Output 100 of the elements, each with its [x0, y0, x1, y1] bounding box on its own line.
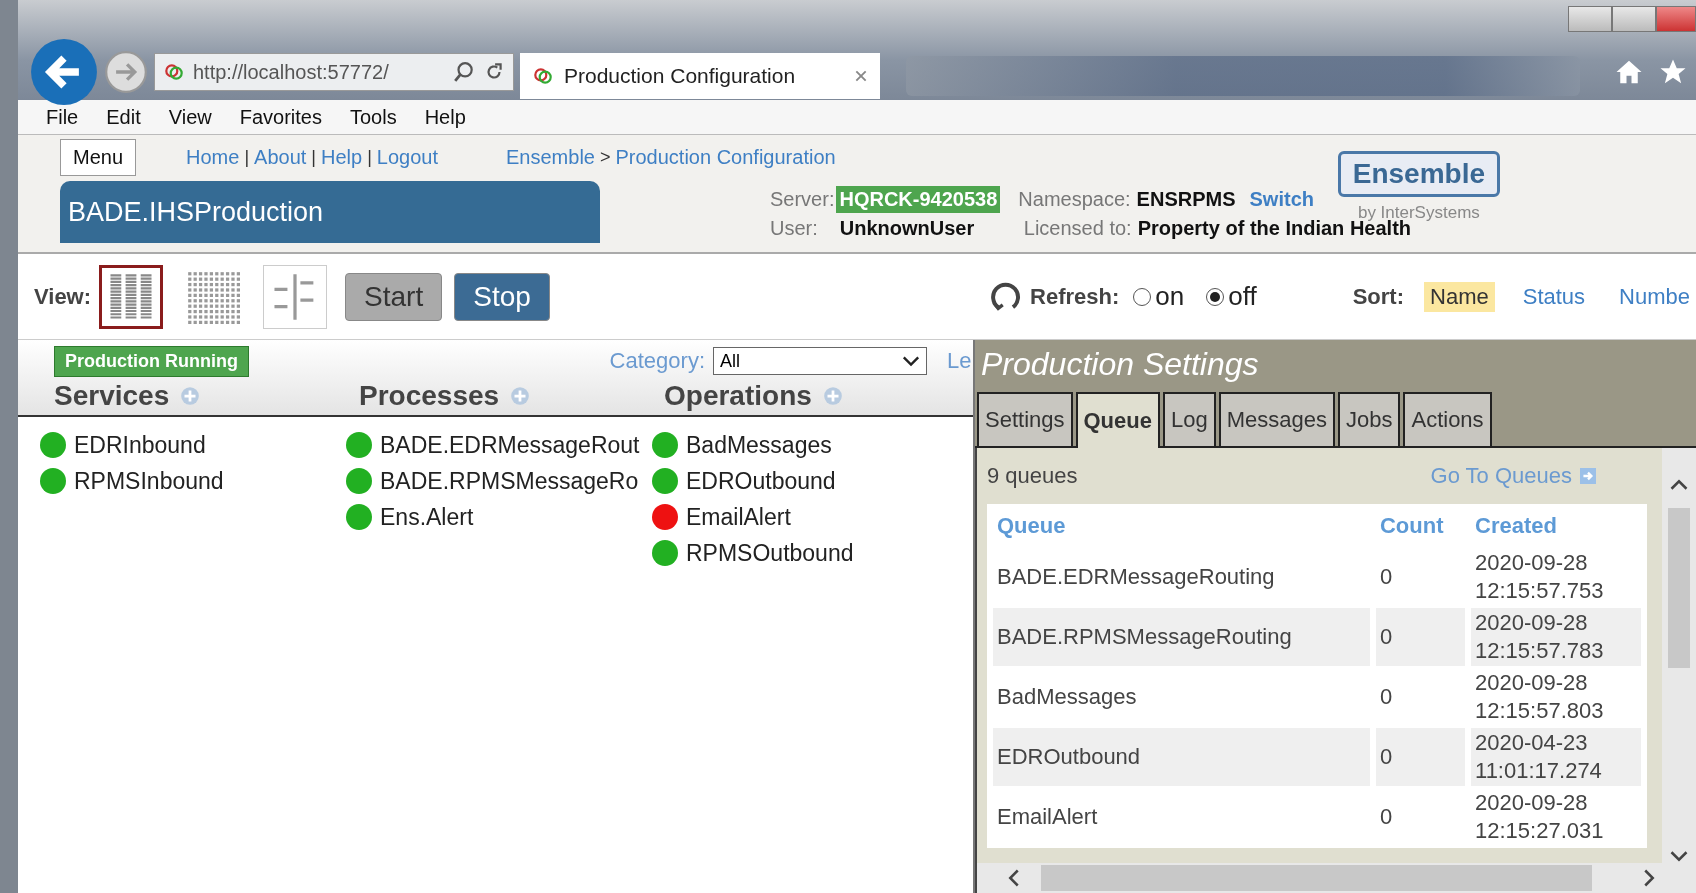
sort-option[interactable]: Numbe: [1613, 281, 1696, 312]
panel-tab[interactable]: Messages: [1218, 392, 1335, 446]
table-cell-text: 0: [1378, 803, 1394, 831]
scroll-right-icon[interactable]: [1642, 868, 1656, 888]
table-cell-text: 2020-09-28: [1475, 669, 1589, 697]
host-name[interactable]: EmailAlert: [686, 503, 791, 531]
panel-tab[interactable]: Queue: [1075, 392, 1160, 448]
status-badge: Production Running: [54, 345, 249, 377]
table-cell-text: 11:01:17.274: [1475, 757, 1603, 785]
column-title: Operations: [664, 380, 812, 412]
host-name[interactable]: EDRInbound: [74, 431, 206, 459]
table-cell-text: 2020-09-28: [1475, 549, 1589, 577]
host-name[interactable]: EDROutbound: [686, 467, 836, 495]
refresh-radio[interactable]: off: [1206, 281, 1257, 312]
server-label: Server:: [770, 188, 835, 211]
table-cell: 0: [1375, 728, 1466, 786]
separator: >: [599, 146, 611, 168]
nav-link[interactable]: Home: [186, 145, 240, 169]
namespace-label: Namespace:: [1018, 188, 1131, 211]
table-cell: BADE.RPMSMessageRouting: [993, 608, 1370, 666]
maximize-icon[interactable]: [1612, 6, 1656, 32]
site-icon: [163, 61, 185, 83]
view-label: View:: [34, 283, 92, 310]
table-cell-text: 0: [1378, 563, 1394, 591]
table-cell-text: 2020-09-28: [1475, 789, 1589, 817]
panel-tab[interactable]: Log: [1162, 392, 1216, 446]
table-cell-text: 12:15:57.803: [1475, 697, 1605, 725]
table-cell-text: EmailAlert: [996, 803, 1099, 831]
back-icon[interactable]: [30, 38, 98, 106]
menu-button[interactable]: Menu: [60, 138, 137, 176]
server-name: HQRCK-9420538: [836, 186, 1001, 213]
user-label: User:: [770, 217, 818, 240]
view-mode-button[interactable]: [99, 264, 164, 329]
table-cell: EDROutbound: [993, 728, 1370, 786]
refresh-radio[interactable]: on: [1133, 281, 1185, 312]
sort-label: Sort:: [1352, 283, 1404, 310]
panel-tab[interactable]: Actions: [1403, 392, 1492, 446]
separator: |: [311, 146, 317, 168]
separator: |: [244, 146, 250, 168]
menu-item[interactable]: Edit: [92, 105, 155, 129]
table-cell-text: 0: [1378, 683, 1394, 711]
menu-item[interactable]: Help: [410, 105, 480, 129]
switch-link[interactable]: Switch: [1249, 188, 1314, 211]
menu-item[interactable]: View: [154, 105, 226, 129]
separator: |: [367, 146, 372, 168]
table-cell-text: BadMessages: [996, 683, 1138, 711]
host-name[interactable]: BadMessages: [686, 431, 832, 459]
host-name[interactable]: RPMSOutbound: [686, 539, 854, 567]
queue-count: 9 queues: [987, 463, 1079, 489]
nav-link[interactable]: Help: [321, 145, 363, 169]
table-cell-text: 2020-09-28: [1475, 609, 1589, 637]
nav-link[interactable]: About: [254, 145, 307, 169]
menu-item[interactable]: Tools: [335, 105, 411, 129]
table-cell-text: BADE.EDRMessageRouting: [996, 563, 1276, 591]
column-title: Services: [54, 380, 170, 412]
nav-link[interactable]: Logout: [376, 145, 439, 169]
menu-item[interactable]: File: [32, 105, 93, 129]
search-icon[interactable]: [453, 61, 475, 83]
arrow-icon[interactable]: [1580, 468, 1596, 484]
production-name: BADE.IHSProduction: [68, 196, 324, 228]
forward-icon[interactable]: [104, 50, 148, 94]
panel-tab[interactable]: Jobs: [1337, 392, 1401, 446]
caret-icon: [902, 355, 920, 367]
close-icon[interactable]: [854, 69, 868, 83]
site-icon: [532, 65, 554, 87]
column-title: Processes: [359, 380, 500, 412]
host-name[interactable]: RPMSInbound: [74, 467, 224, 495]
horizontal-scrollbar[interactable]: [975, 863, 1696, 893]
host-name[interactable]: Ens.Alert: [380, 503, 474, 531]
scroll-down-icon[interactable]: [1669, 849, 1689, 863]
namespace-value: ENSRPMS: [1136, 188, 1236, 211]
sort-option[interactable]: Name: [1424, 281, 1495, 312]
stop-button[interactable]: Stop: [454, 272, 550, 321]
start-button[interactable]: Start: [345, 272, 443, 321]
table-cell: 0: [1375, 608, 1466, 666]
scroll-up-icon[interactable]: [1669, 478, 1689, 492]
refresh-label: Refresh:: [1030, 283, 1120, 310]
menu-item[interactable]: Favorites: [225, 105, 336, 129]
breadcrumb-link[interactable]: Ensemble: [506, 145, 595, 169]
category-label: Category:: [609, 348, 705, 374]
table-cell-text: 12:15:27.031: [1475, 817, 1605, 845]
browser-tab[interactable]: Production Configuration: [520, 53, 880, 99]
host-name[interactable]: BADE.EDRMessageRout: [380, 431, 640, 459]
minimize-icon[interactable]: [1568, 6, 1612, 32]
category-select[interactable]: All: [713, 347, 927, 375]
panel-tab[interactable]: Settings: [977, 392, 1073, 446]
table-cell-text: 2020-04-23: [1475, 729, 1589, 757]
user-value: UnknownUser: [839, 217, 976, 240]
licensed-label: Licensed to:: [1023, 217, 1132, 240]
close-icon[interactable]: [1656, 6, 1696, 32]
vertical-scrollbar[interactable]: [1662, 448, 1696, 863]
host-name[interactable]: BADE.RPMSMessageRo: [380, 467, 639, 495]
logo: Ensemble: [1337, 151, 1500, 197]
breadcrumb-link[interactable]: Production Configuration: [615, 145, 836, 169]
scroll-left-icon[interactable]: [1007, 868, 1021, 888]
table-cell-text: 12:15:57.783: [1475, 637, 1605, 665]
address-field[interactable]: http://localhost:57772/: [154, 53, 514, 91]
panel-title: Production Settings: [980, 345, 1260, 384]
table-cell-text: 12:15:57.753: [1475, 577, 1605, 605]
sort-option[interactable]: Status: [1516, 281, 1592, 312]
